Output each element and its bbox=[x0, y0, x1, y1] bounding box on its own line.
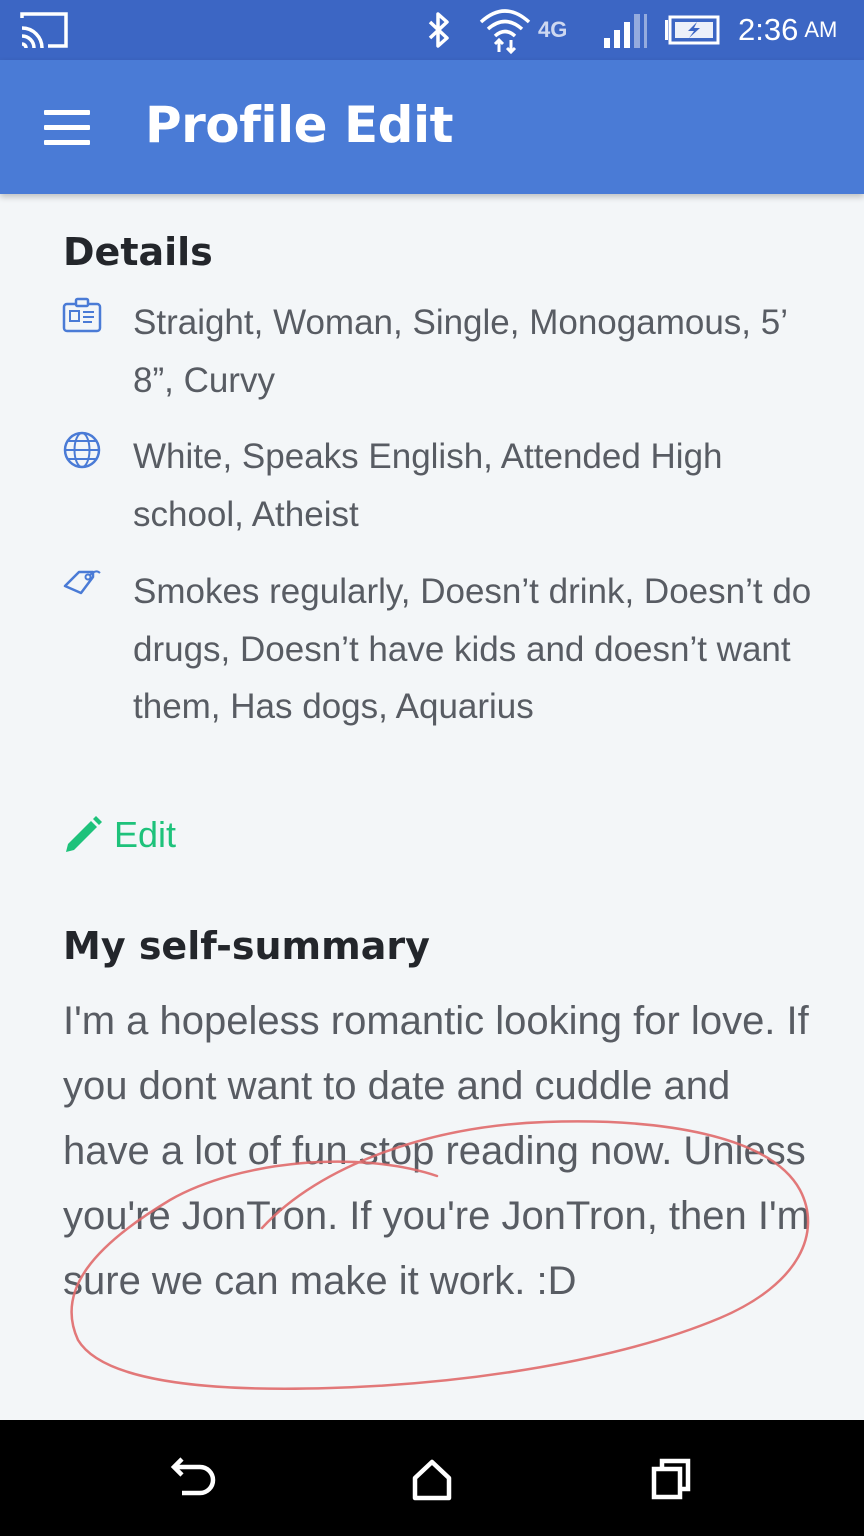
pencil-icon bbox=[66, 816, 102, 852]
details-heading: Details bbox=[63, 230, 213, 274]
back-icon[interactable] bbox=[162, 1450, 222, 1510]
globe-icon bbox=[62, 430, 102, 470]
cast-icon bbox=[20, 0, 68, 60]
clock-time: 2:36 bbox=[738, 12, 799, 47]
detail-text-lifestyle: Smokes regularly, Doesn’t drink, Doesn’t… bbox=[133, 572, 812, 726]
navigation-bar bbox=[0, 1420, 864, 1536]
hamburger-menu-icon[interactable] bbox=[44, 110, 92, 146]
clock: 2:36 AM bbox=[738, 0, 837, 60]
status-bar: 4G 2:36 AM bbox=[0, 0, 864, 60]
self-summary-heading: My self-summary bbox=[63, 924, 430, 968]
detail-text-basics: Straight, Woman, Single, Monogamous, 5’ … bbox=[133, 303, 787, 400]
home-icon[interactable] bbox=[402, 1450, 462, 1510]
network-type-label: 4G bbox=[538, 17, 568, 42]
edit-details-button[interactable]: Edit bbox=[62, 814, 176, 856]
recent-apps-icon[interactable] bbox=[642, 1450, 702, 1510]
app-bar: Profile Edit bbox=[0, 60, 864, 194]
signal-icon bbox=[604, 0, 650, 60]
edit-label: Edit bbox=[114, 814, 177, 855]
battery-charging-icon bbox=[664, 0, 720, 60]
id-card-icon bbox=[62, 296, 102, 336]
bluetooth-icon bbox=[426, 0, 452, 60]
wifi-icon bbox=[478, 0, 532, 60]
self-summary-text: I'm a hopeless romantic looking for love… bbox=[63, 999, 810, 1303]
page-title: Profile Edit bbox=[145, 96, 454, 154]
profile-content[interactable]: Details Straight, Woman, Single, Monogam… bbox=[0, 194, 864, 1420]
clock-ampm: AM bbox=[804, 17, 838, 42]
detail-text-background: White, Speaks English, Attended High sch… bbox=[133, 437, 723, 534]
tag-icon bbox=[62, 565, 102, 605]
